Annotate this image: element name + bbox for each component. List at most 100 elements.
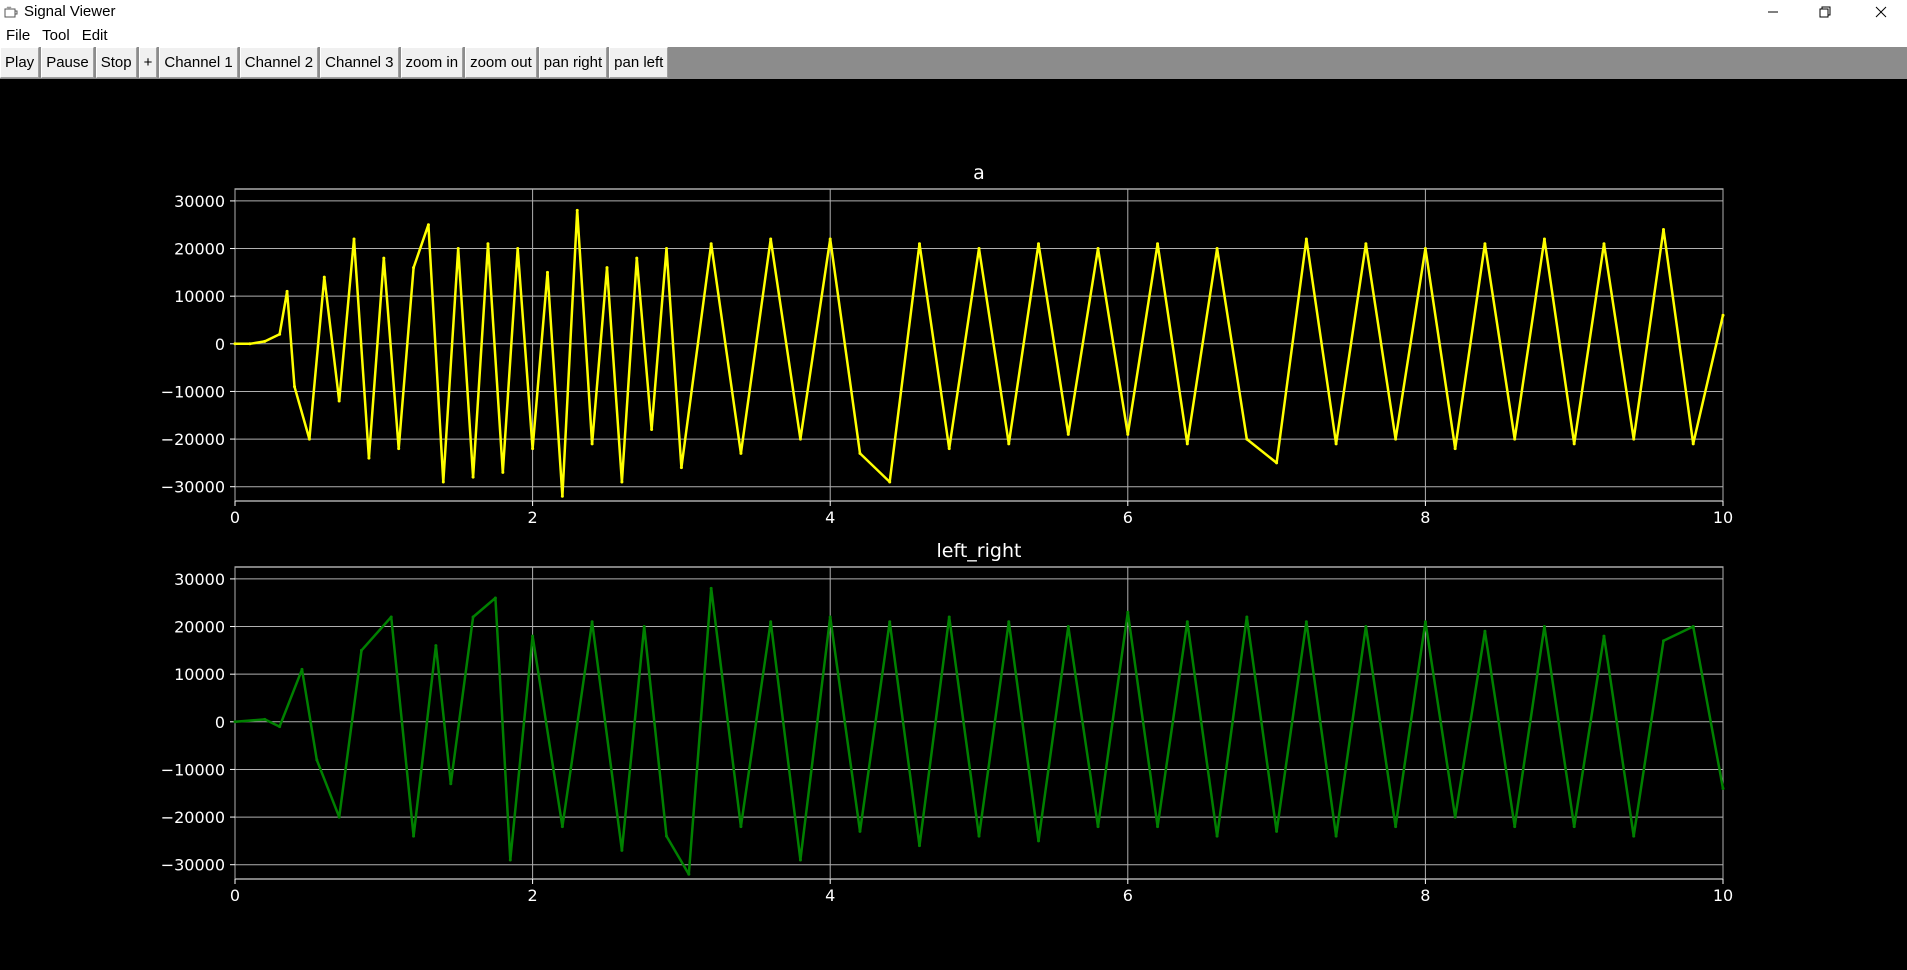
window-title: Signal Viewer xyxy=(24,3,116,20)
chart-left-right: 0 2 4 6 8 10 30000 20000 10000 0 −10000 −20000 −3000… xyxy=(161,540,1733,905)
data-point xyxy=(1037,242,1041,246)
data-point xyxy=(1066,625,1070,629)
data-point xyxy=(709,242,713,246)
data-point xyxy=(1632,437,1636,441)
y-tick-label: 10000 xyxy=(174,665,225,684)
menu-edit[interactable]: Edit xyxy=(76,27,114,44)
data-point xyxy=(471,475,475,479)
data-point xyxy=(1453,447,1457,451)
data-point xyxy=(352,237,356,241)
data-point xyxy=(285,289,289,293)
data-point xyxy=(359,648,363,652)
data-point xyxy=(1513,825,1517,829)
plot-canvas[interactable]: 0 2 4 6 8 10 30000 20000 10000 0 −10000 −20000 −3000… xyxy=(0,79,1907,965)
x-tick-label: 6 xyxy=(1123,886,1133,905)
data-point xyxy=(1721,786,1725,790)
data-point xyxy=(1304,237,1308,241)
minimize-icon[interactable] xyxy=(1750,0,1796,23)
data-point xyxy=(769,237,773,241)
data-point xyxy=(1096,825,1100,829)
data-point xyxy=(769,620,773,624)
plots-svg: 0 2 4 6 8 10 30000 20000 10000 0 −10000 −20000 −3000… xyxy=(161,162,1733,905)
data-point xyxy=(1542,625,1546,629)
data-point xyxy=(620,848,624,852)
y-tick-label: −30000 xyxy=(161,856,225,875)
data-point xyxy=(1394,437,1398,441)
y-tick-label: −20000 xyxy=(161,430,225,449)
x-tick-label: 4 xyxy=(825,508,835,527)
data-point xyxy=(426,223,430,227)
data-point xyxy=(1453,815,1457,819)
data-point xyxy=(687,872,691,876)
zoom-in-button[interactable]: zoom in xyxy=(400,47,464,78)
data-point xyxy=(1632,834,1636,838)
pan-right-button[interactable]: pan right xyxy=(538,47,608,78)
data-point xyxy=(828,237,832,241)
data-point xyxy=(1602,634,1606,638)
data-point xyxy=(412,834,416,838)
add-button[interactable]: + xyxy=(138,47,158,78)
data-point xyxy=(233,342,237,346)
channel-1-button[interactable]: Channel 1 xyxy=(159,47,238,78)
data-point xyxy=(233,720,237,724)
data-point xyxy=(1066,432,1070,436)
data-point xyxy=(739,825,743,829)
data-point xyxy=(635,256,639,260)
data-point xyxy=(248,342,252,346)
data-point xyxy=(337,815,341,819)
data-point xyxy=(560,494,564,498)
data-point xyxy=(709,586,713,590)
data-point xyxy=(293,385,297,389)
data-point xyxy=(1245,437,1249,441)
app-window-icon xyxy=(2,3,20,21)
data-point xyxy=(1572,442,1576,446)
data-point xyxy=(917,242,921,246)
data-point xyxy=(486,242,490,246)
data-point xyxy=(1691,625,1695,629)
data-point xyxy=(560,825,564,829)
data-point xyxy=(307,437,311,441)
data-point xyxy=(1007,442,1011,446)
data-point xyxy=(441,480,445,484)
restore-icon[interactable] xyxy=(1802,0,1848,23)
data-point xyxy=(1691,442,1695,446)
menu-file[interactable]: File xyxy=(0,27,36,44)
data-point xyxy=(1334,442,1338,446)
data-point xyxy=(1185,620,1189,624)
zoom-out-button[interactable]: zoom out xyxy=(465,47,537,78)
data-point xyxy=(1037,839,1041,843)
play-button[interactable]: Play xyxy=(0,47,40,78)
channel-3-button[interactable]: Channel 3 xyxy=(320,47,399,78)
data-point xyxy=(1483,242,1487,246)
data-point xyxy=(412,266,416,270)
stop-button[interactable]: Stop xyxy=(95,47,137,78)
data-point xyxy=(642,625,646,629)
data-point xyxy=(516,247,520,251)
x-tick-label: 4 xyxy=(825,886,835,905)
menu-tool[interactable]: Tool xyxy=(36,27,76,44)
data-point xyxy=(888,620,892,624)
data-point xyxy=(278,332,282,336)
x-tick-label: 8 xyxy=(1420,508,1430,527)
data-point xyxy=(1334,834,1338,838)
data-point xyxy=(389,615,393,619)
y-tick-label: 20000 xyxy=(174,240,225,259)
pan-left-button[interactable]: pan left xyxy=(609,47,669,78)
data-point xyxy=(1364,625,1368,629)
data-point xyxy=(300,667,304,671)
channel-2-button[interactable]: Channel 2 xyxy=(239,47,319,78)
data-point xyxy=(531,634,535,638)
data-point xyxy=(1185,442,1189,446)
series-line xyxy=(234,587,1725,876)
chart-title: left_right xyxy=(937,540,1022,562)
data-point xyxy=(545,270,549,274)
close-icon[interactable] xyxy=(1858,0,1904,23)
y-tick-label: 0 xyxy=(215,335,225,354)
data-point xyxy=(650,428,654,432)
data-point xyxy=(947,447,951,451)
data-point xyxy=(947,615,951,619)
pause-button[interactable]: Pause xyxy=(41,47,94,78)
data-point xyxy=(456,247,460,251)
data-point xyxy=(278,725,282,729)
data-point xyxy=(471,615,475,619)
